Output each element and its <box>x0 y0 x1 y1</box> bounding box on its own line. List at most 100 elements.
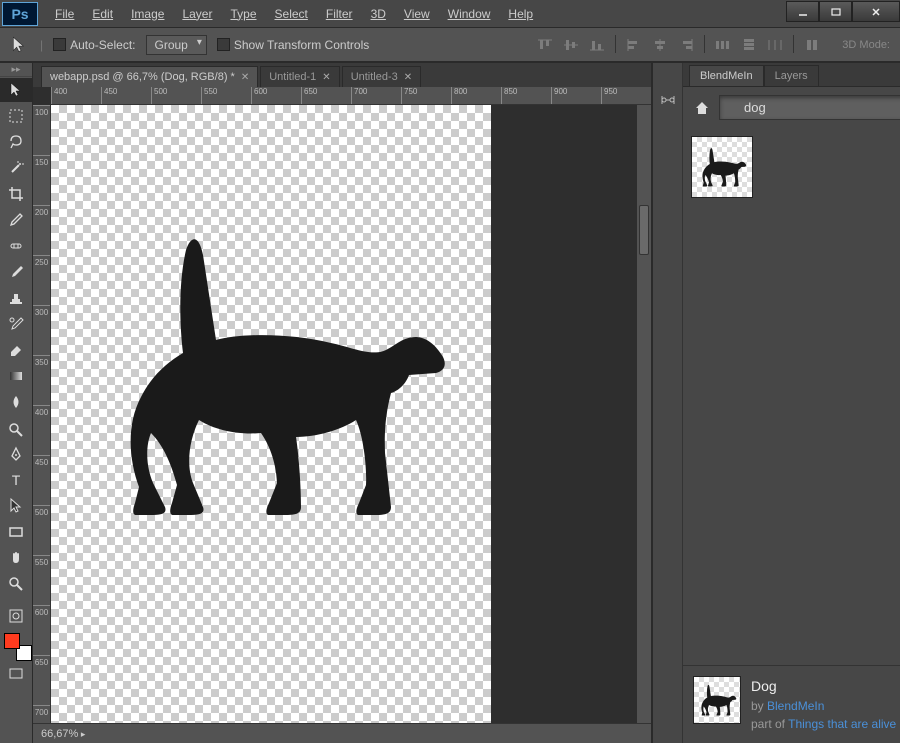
distribute-spacing-h-icon[interactable] <box>763 35 787 55</box>
maximize-button[interactable] <box>819 1 852 22</box>
result-detail: Dog by BlendMeIn part of Things that are… <box>683 665 900 743</box>
eyedropper-tool[interactable] <box>0 208 32 232</box>
magic-wand-tool[interactable] <box>0 156 32 180</box>
dog-shape <box>91 225 451 525</box>
hand-tool[interactable] <box>0 546 32 570</box>
type-tool[interactable]: T <box>0 468 32 492</box>
align-vcenter-icon[interactable] <box>559 35 583 55</box>
gradient-tool[interactable] <box>0 364 32 388</box>
document-tab-active[interactable]: webapp.psd @ 66,7% (Dog, RGB/8) * ✕ <box>41 66 258 87</box>
clone-stamp-tool[interactable] <box>0 286 32 310</box>
eraser-tool[interactable] <box>0 338 32 362</box>
foreground-color-swatch[interactable] <box>4 633 20 649</box>
menu-type[interactable]: Type <box>221 3 265 25</box>
menu-select[interactable]: Select <box>266 3 317 25</box>
rectangle-tool[interactable] <box>0 520 32 544</box>
tab-label: Untitled-1 <box>269 71 316 83</box>
panel-tabs: BlendMeIn Layers ▾≡ <box>683 63 900 87</box>
menu-layer[interactable]: Layer <box>173 3 221 25</box>
status-bar: 66,67% <box>33 723 651 743</box>
move-tool[interactable] <box>0 78 32 102</box>
document-tabs: webapp.psd @ 66,7% (Dog, RGB/8) * ✕ Unti… <box>33 63 651 87</box>
canvas-content[interactable] <box>51 105 491 723</box>
menu-3d[interactable]: 3D <box>362 3 395 25</box>
brush-tool[interactable] <box>0 260 32 284</box>
search-row <box>683 87 900 128</box>
panel-icon[interactable] <box>659 93 677 110</box>
auto-select-label: Auto-Select: <box>70 38 135 52</box>
align-bottom-icon[interactable] <box>585 35 609 55</box>
tab-label: webapp.psd @ 66,7% (Dog, RGB/8) * <box>50 71 235 83</box>
path-selection-tool[interactable] <box>0 494 32 518</box>
panel-tab-blendmein[interactable]: BlendMeIn <box>689 65 764 86</box>
distribute-v-icon[interactable] <box>737 35 761 55</box>
collection-link[interactable]: Things that are alive <box>788 717 896 731</box>
auto-select-dropdown[interactable]: Group <box>146 35 207 55</box>
pen-tool[interactable] <box>0 442 32 466</box>
distribute-h-icon[interactable] <box>711 35 735 55</box>
color-swatches[interactable] <box>4 633 32 661</box>
quick-mask-toggle[interactable] <box>0 604 32 628</box>
tab-label: Untitled-3 <box>351 71 398 83</box>
auto-select-checkbox[interactable]: Auto-Select: <box>53 38 135 52</box>
ruler-vertical[interactable]: 100150200250300350400450500550600650700 <box>33 105 51 723</box>
3d-mode-label: 3D Mode: <box>842 39 890 51</box>
align-right-icon[interactable] <box>674 35 698 55</box>
toolbox: ▸▸ T <box>0 63 33 743</box>
right-panel: BlendMeIn Layers ▾≡ <box>651 63 900 743</box>
lasso-tool[interactable] <box>0 130 32 154</box>
tab-close-icon[interactable]: ✕ <box>241 72 249 83</box>
tab-close-icon[interactable]: ✕ <box>404 72 412 83</box>
canvas[interactable] <box>51 105 637 723</box>
align-buttons <box>533 35 824 55</box>
menu-filter[interactable]: Filter <box>317 3 362 25</box>
marquee-tool[interactable] <box>0 104 32 128</box>
menu-view[interactable]: View <box>395 3 439 25</box>
document-tab[interactable]: Untitled-1 ✕ <box>260 66 339 87</box>
menu-image[interactable]: Image <box>122 3 173 25</box>
panel-tab-layers[interactable]: Layers <box>764 65 819 86</box>
vertical-scrollbar[interactable] <box>637 105 651 723</box>
options-bar: | Auto-Select: Group Show Transform Cont… <box>0 28 900 63</box>
panel-icon-bar <box>653 63 683 743</box>
scrollbar-thumb[interactable] <box>639 205 649 255</box>
window-controls <box>786 5 900 22</box>
search-input[interactable] <box>719 95 900 120</box>
align-hcenter-icon[interactable] <box>648 35 672 55</box>
history-brush-tool[interactable] <box>0 312 32 336</box>
svg-text:T: T <box>12 472 21 488</box>
detail-title: Dog <box>751 676 896 697</box>
tab-close-icon[interactable]: ✕ <box>322 72 330 83</box>
crop-tool[interactable] <box>0 182 32 206</box>
menu-file[interactable]: File <box>46 3 83 25</box>
healing-brush-tool[interactable] <box>0 234 32 258</box>
distribute-spacing-v-icon[interactable] <box>800 35 824 55</box>
result-thumbnail[interactable] <box>691 136 753 198</box>
document-area: webapp.psd @ 66,7% (Dog, RGB/8) * ✕ Unti… <box>33 63 651 743</box>
close-button[interactable] <box>852 1 900 22</box>
toolbox-toggle-icon[interactable]: ▸▸ <box>0 63 32 77</box>
document-tab[interactable]: Untitled-3 ✕ <box>342 66 421 87</box>
menu-edit[interactable]: Edit <box>83 3 122 25</box>
search-results <box>683 128 900 665</box>
detail-thumbnail[interactable] <box>693 676 741 724</box>
align-top-icon[interactable] <box>533 35 557 55</box>
minimize-button[interactable] <box>786 1 819 22</box>
align-left-icon[interactable] <box>622 35 646 55</box>
menu-help[interactable]: Help <box>499 3 542 25</box>
zoom-level[interactable]: 66,67% <box>41 728 85 740</box>
show-transform-label: Show Transform Controls <box>234 38 369 52</box>
blur-tool[interactable] <box>0 390 32 414</box>
author-link[interactable]: BlendMeIn <box>767 699 824 713</box>
app-logo: Ps <box>2 2 38 26</box>
home-button[interactable] <box>691 97 713 119</box>
ruler-horizontal[interactable]: 400450500550600650700750800850900950 <box>51 87 651 105</box>
screen-mode-toggle[interactable] <box>0 662 32 686</box>
move-tool-icon[interactable] <box>10 36 30 54</box>
dodge-tool[interactable] <box>0 416 32 440</box>
show-transform-checkbox[interactable]: Show Transform Controls <box>217 38 369 52</box>
title-bar: Ps File Edit Image Layer Type Select Fil… <box>0 0 900 28</box>
main-menu: File Edit Image Layer Type Select Filter… <box>46 3 542 25</box>
zoom-tool[interactable] <box>0 572 32 596</box>
menu-window[interactable]: Window <box>439 3 500 25</box>
